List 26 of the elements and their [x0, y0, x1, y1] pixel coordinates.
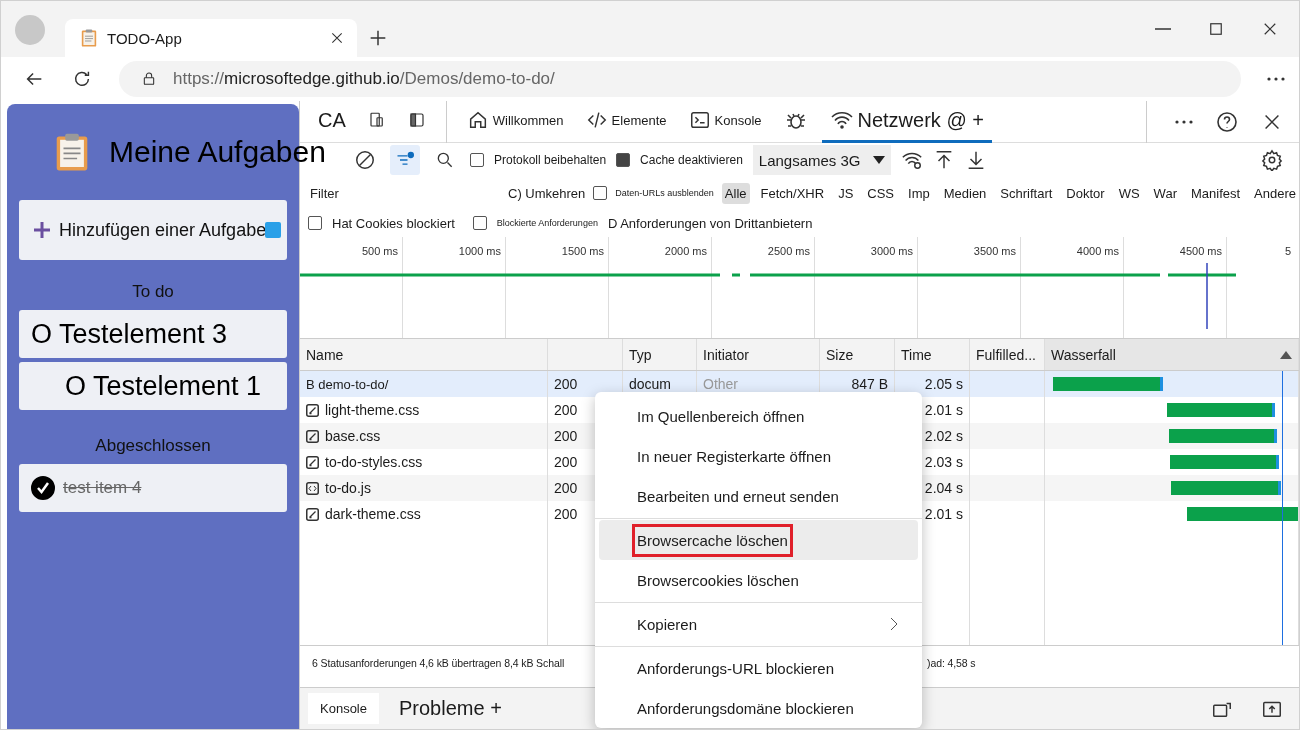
time-tick: 2000 ms [664, 245, 707, 259]
time-tick: 1000 ms [458, 245, 501, 259]
url-text: https://microsoftedge.github.io/Demos/demo-to-do/ [173, 69, 555, 89]
section-heading: Abgeschlossen [94, 435, 212, 457]
time-tick: 500 ms [361, 245, 398, 259]
time-tick: 3000 ms [870, 245, 913, 259]
invert-label: C) Umkehren [508, 185, 586, 201]
status-text: )ad: 4,58 s [927, 656, 976, 669]
checkbox-label: Hat Cookies blockiert [332, 215, 455, 231]
tab-title: TODO-App [107, 29, 183, 47]
task-label: O Testelement 1 [65, 370, 262, 402]
checkbox-label: Daten-URLs ausblenden [615, 188, 714, 198]
checkbox-label: Blockierte Anforderungen [496, 218, 598, 228]
task-label: O Testelement 3 [31, 318, 228, 350]
checkbox-label: Protokoll beibehalten [494, 153, 607, 167]
time-tick: 4500 ms [1179, 245, 1222, 259]
time-tick: 4000 ms [1076, 245, 1119, 259]
status-text: 6 Statusanforderungen 4,6 kB übertragen 8,4 kB Schall [312, 656, 565, 669]
task-label: test item 4 [63, 478, 142, 498]
time-tick: 3500 ms [973, 245, 1016, 259]
time-tick: 1500 ms [561, 245, 604, 259]
time-tick: 2500 ms [767, 245, 810, 259]
section-heading: To do [131, 281, 175, 303]
option-label: D Anforderungen von Drittanbietern [607, 215, 813, 231]
time-tick: 5 [1285, 245, 1292, 259]
checkbox-label: Cache deaktivieren [640, 153, 743, 167]
